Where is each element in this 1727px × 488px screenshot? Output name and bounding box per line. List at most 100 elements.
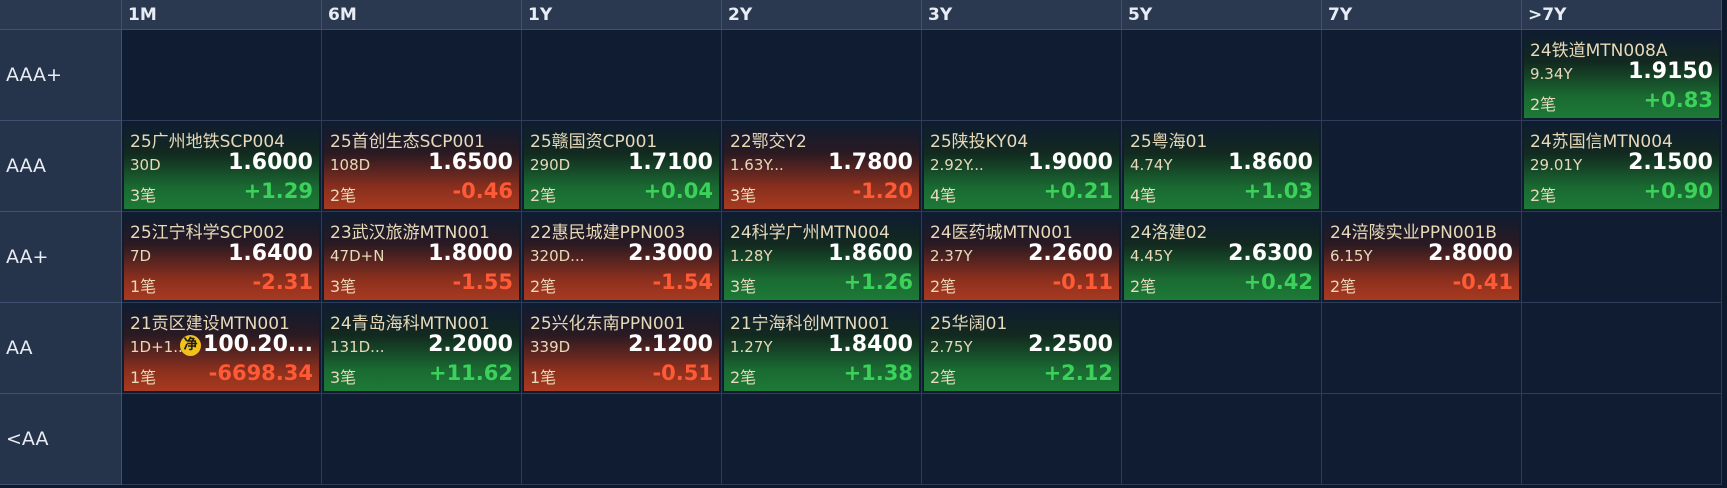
grid-cell xyxy=(122,30,322,121)
grid-cell xyxy=(922,394,1122,485)
column-header-3[interactable]: 2Y xyxy=(722,0,922,30)
grid-cell: 24医药城MTN001 2.37Y 2.2600 2笔 -0.11 xyxy=(922,212,1122,303)
bond-price: 1.9000 xyxy=(1028,150,1113,175)
row-label-2: AA+ xyxy=(0,212,122,303)
bond-name: 24青岛海科MTN001 xyxy=(330,314,490,334)
bond-term: 4.45Y xyxy=(1130,247,1173,265)
bond-term: 1.27Y xyxy=(730,338,773,356)
column-header-6[interactable]: 7Y xyxy=(1322,0,1522,30)
bond-change: +0.04 xyxy=(643,179,713,203)
bond-price-value: 1.7800 xyxy=(828,150,913,175)
bond-trade-count: 2笔 xyxy=(1530,186,1557,205)
bond-price-value: 2.8000 xyxy=(1428,241,1513,266)
grid-cell xyxy=(1522,394,1722,485)
corner-cell xyxy=(0,0,122,30)
bond-tile[interactable]: 25赣国资CP001 290D 1.7100 2笔 +0.04 xyxy=(524,123,719,209)
bond-change: -6698.34 xyxy=(208,361,313,385)
bond-tile[interactable]: 24科学广州MTN004 1.28Y 1.8600 3笔 +1.26 xyxy=(724,214,919,300)
bond-change: +0.90 xyxy=(1643,179,1713,203)
bond-tile[interactable]: 25广州地铁SCP004 30D 1.6000 3笔 +1.29 xyxy=(124,123,319,209)
bond-tile[interactable]: 22惠民城建PPN003 320D... 2.3000 2笔 -1.54 xyxy=(524,214,719,300)
bond-tile[interactable]: 22鄂交Y2 1.63Y... 1.7800 3笔 -1.20 xyxy=(724,123,919,209)
bond-tile[interactable]: 25陕投KY04 2.92Y... 1.9000 4笔 +0.21 xyxy=(924,123,1119,209)
bond-change: +0.83 xyxy=(1643,88,1713,112)
bond-tile[interactable]: 24苏国信MTN004 29.01Y 2.1500 2笔 +0.90 xyxy=(1524,123,1719,209)
bond-name: 25首创生态SCP001 xyxy=(330,132,485,152)
bond-price-value: 1.7100 xyxy=(628,150,713,175)
bond-tile[interactable]: 25兴化东南PPN001 339D 2.1200 1笔 -0.51 xyxy=(524,305,719,391)
column-header-2[interactable]: 1Y xyxy=(522,0,722,30)
bond-trade-count: 1笔 xyxy=(530,368,557,387)
grid-cell: 25华阔01 2.75Y 2.2500 2笔 +2.12 xyxy=(922,303,1122,394)
grid-cell: 25赣国资CP001 290D 1.7100 2笔 +0.04 xyxy=(522,121,722,212)
bond-price: 2.1200 xyxy=(628,332,713,357)
bond-trade-count: 3笔 xyxy=(730,186,757,205)
bond-tile[interactable]: 21贡区建设MTN001 1D+1.... 净 100.20... 1笔 -6698.34 xyxy=(124,305,319,391)
grid-cell: 21宁海科创MTN001 1.27Y 1.8400 2笔 +1.38 xyxy=(722,303,922,394)
bond-tile[interactable]: 24铁道MTN008A 9.34Y 1.9150 2笔 +0.83 xyxy=(1524,32,1719,118)
bond-price: 2.6300 xyxy=(1228,241,1313,266)
bond-name: 24科学广州MTN004 xyxy=(730,223,890,243)
grid-cell xyxy=(522,394,722,485)
column-header-4[interactable]: 3Y xyxy=(922,0,1122,30)
bond-trade-count: 2笔 xyxy=(930,368,957,387)
grid-cell xyxy=(1522,212,1722,303)
column-header-5[interactable]: 5Y xyxy=(1122,0,1322,30)
bond-price: 2.2000 xyxy=(428,332,513,357)
net-price-badge-icon: 净 xyxy=(180,335,202,356)
grid-cell: 24苏国信MTN004 29.01Y 2.1500 2笔 +0.90 xyxy=(1522,121,1722,212)
bond-price-value: 2.6300 xyxy=(1228,241,1313,266)
bond-tile[interactable]: 25江宁科学SCP002 7D 1.6400 1笔 -2.31 xyxy=(124,214,319,300)
column-header-1[interactable]: 6M xyxy=(322,0,522,30)
bond-price-value: 1.8000 xyxy=(428,241,513,266)
grid-cell: 25江宁科学SCP002 7D 1.6400 1笔 -2.31 xyxy=(122,212,322,303)
bond-tile[interactable]: 25粤海01 4.74Y 1.8600 4笔 +1.03 xyxy=(1124,123,1319,209)
bond-tile[interactable]: 24洛建02 4.45Y 2.6300 2笔 +0.42 xyxy=(1124,214,1319,300)
bond-tile[interactable]: 25华阔01 2.75Y 2.2500 2笔 +2.12 xyxy=(924,305,1119,391)
bond-tile[interactable]: 25首创生态SCP001 108D 1.6500 2笔 -0.46 xyxy=(324,123,519,209)
bond-name: 24苏国信MTN004 xyxy=(1530,132,1673,152)
bond-change: -0.11 xyxy=(1052,270,1113,294)
bond-term: 2.37Y xyxy=(930,247,973,265)
grid-cell: 24涪陵实业PPN001B 6.15Y 2.8000 2笔 -0.41 xyxy=(1322,212,1522,303)
bond-term: 131D... xyxy=(330,338,385,356)
bond-trade-count: 1笔 xyxy=(130,277,157,296)
bond-change: +11.62 xyxy=(428,361,513,385)
bond-change: +1.26 xyxy=(843,270,913,294)
bond-price-value: 1.9000 xyxy=(1028,150,1113,175)
grid-cell xyxy=(1522,303,1722,394)
bond-trade-count: 2笔 xyxy=(1530,95,1557,114)
bond-price: 1.6000 xyxy=(228,150,313,175)
bond-term: 9.34Y xyxy=(1530,65,1573,83)
column-header-7[interactable]: >7Y xyxy=(1522,0,1722,30)
grid-cell: 25陕投KY04 2.92Y... 1.9000 4笔 +0.21 xyxy=(922,121,1122,212)
bond-tile[interactable]: 23武汉旅游MTN001 47D+N 1.8000 3笔 -1.55 xyxy=(324,214,519,300)
bond-name: 25陕投KY04 xyxy=(930,132,1029,152)
bond-price-value: 2.3000 xyxy=(628,241,713,266)
bond-change: -0.51 xyxy=(652,361,713,385)
row-label-3: AA xyxy=(0,303,122,394)
bond-price: 1.8400 xyxy=(828,332,913,357)
bond-tile[interactable]: 21宁海科创MTN001 1.27Y 1.8400 2笔 +1.38 xyxy=(724,305,919,391)
bond-name: 25粤海01 xyxy=(1130,132,1208,152)
bond-price: 1.6500 xyxy=(428,150,513,175)
grid-cell: 23武汉旅游MTN001 47D+N 1.8000 3笔 -1.55 xyxy=(322,212,522,303)
row-label-0: AAA+ xyxy=(0,30,122,121)
bond-name: 24洛建02 xyxy=(1130,223,1208,243)
grid-cell: 21贡区建设MTN001 1D+1.... 净 100.20... 1笔 -6698.34 xyxy=(122,303,322,394)
grid-cell xyxy=(1322,30,1522,121)
bond-price: 1.7100 xyxy=(628,150,713,175)
grid-cell xyxy=(922,30,1122,121)
bond-trade-count: 2笔 xyxy=(530,277,557,296)
bond-price-value: 100.20... xyxy=(203,332,313,357)
bond-tile[interactable]: 24医药城MTN001 2.37Y 2.2600 2笔 -0.11 xyxy=(924,214,1119,300)
bond-price: 1.8600 xyxy=(828,241,913,266)
bond-tile[interactable]: 24涪陵实业PPN001B 6.15Y 2.8000 2笔 -0.41 xyxy=(1324,214,1519,300)
column-header-0[interactable]: 1M xyxy=(122,0,322,30)
bond-price-value: 2.1200 xyxy=(628,332,713,357)
bond-trade-count: 4笔 xyxy=(930,186,957,205)
bond-tile[interactable]: 24青岛海科MTN001 131D... 2.2000 3笔 +11.62 xyxy=(324,305,519,391)
bond-price: 净 100.20... xyxy=(180,332,313,357)
bond-price: 2.3000 xyxy=(628,241,713,266)
bond-price: 1.7800 xyxy=(828,150,913,175)
